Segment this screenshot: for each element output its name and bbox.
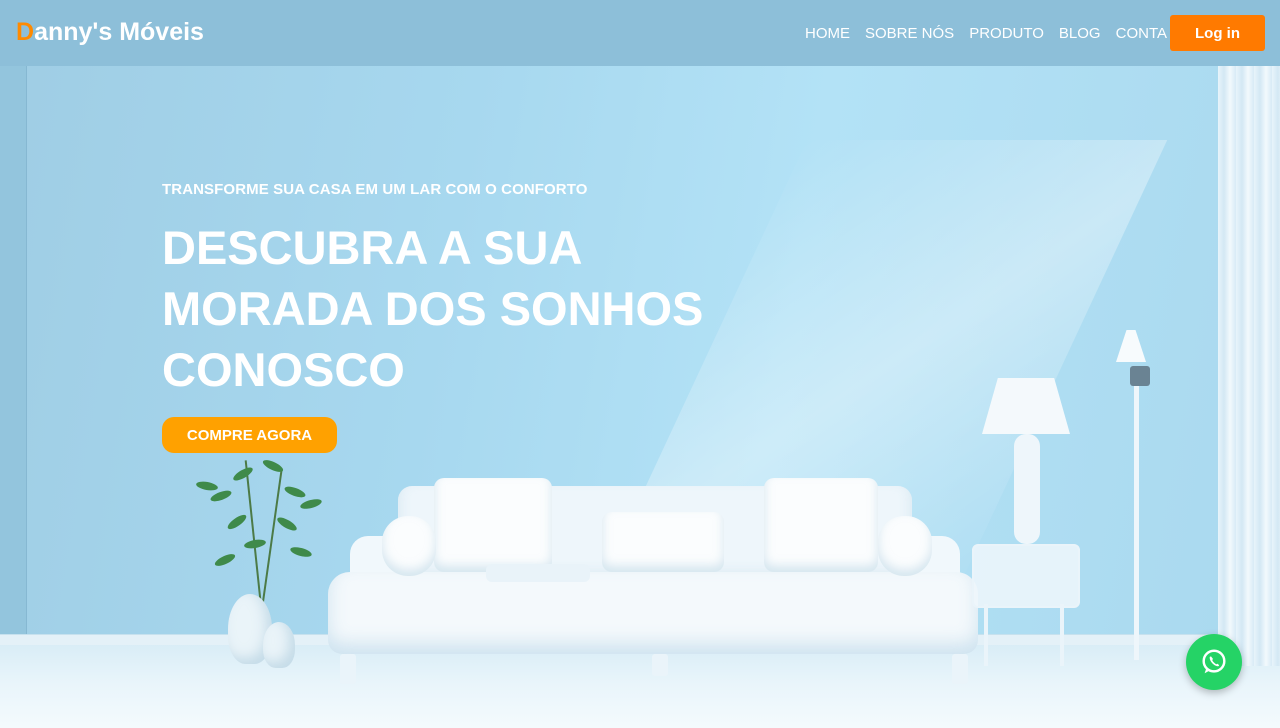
whatsapp-button[interactable] (1186, 634, 1242, 690)
navbar: Danny's Móveis HOME SOBRE NÓS PRODUTO BL… (0, 0, 1280, 66)
nav-link-sobre-nos[interactable]: SOBRE NÓS (865, 25, 954, 42)
hero-eyebrow: TRANSFORME SUA CASA EM UM LAR COM O CONF… (162, 181, 588, 198)
hero-headline: DESCUBRA A SUA MORADA DOS SONHOS CONOSCO (162, 221, 704, 396)
nav-link-home[interactable]: HOME (805, 25, 850, 42)
nav-link-blog[interactable]: BLOG (1059, 25, 1101, 42)
whatsapp-icon (1202, 649, 1226, 674)
brand-logo-initial: D (16, 18, 35, 46)
wall-edge (0, 66, 27, 641)
curtain (1218, 66, 1280, 666)
brand-logo-name: anny's Móveis (34, 18, 204, 46)
login-button[interactable]: Log in (1170, 15, 1265, 51)
nav-link-produto[interactable]: PRODUTO (969, 25, 1044, 42)
nav-link-conta[interactable]: CONTA (1116, 25, 1167, 42)
shop-now-button[interactable]: COMPRE AGORA (162, 417, 337, 453)
main-nav: HOME SOBRE NÓS PRODUTO BLOG CONTA (805, 25, 1167, 42)
brand-logo[interactable]: Danny's Móveis (16, 18, 204, 47)
